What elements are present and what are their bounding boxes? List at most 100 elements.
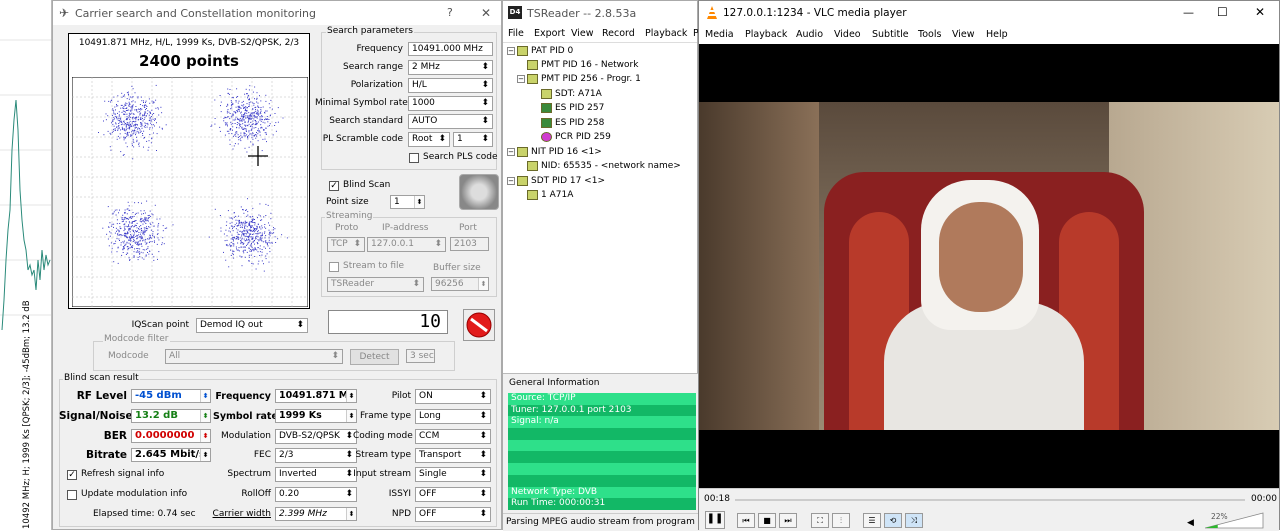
constellation-point <box>233 212 235 214</box>
spectrum-select[interactable]: Inverted <box>275 467 357 482</box>
tree-item[interactable]: PMT PID 16 - Network <box>527 59 638 71</box>
constellation-point <box>120 107 122 109</box>
blind-scan-checkbox[interactable]: ✓ <box>329 181 339 191</box>
loop-button[interactable]: ⟲ <box>884 513 902 528</box>
playlist-button[interactable]: ☰ <box>863 513 881 528</box>
modcode-select[interactable]: All <box>165 349 343 364</box>
menu-file[interactable]: File <box>508 28 524 39</box>
modulation-select[interactable]: DVB-S2/QPSK <box>275 429 357 444</box>
constellation-point <box>142 134 144 136</box>
extended-settings-button[interactable]: ⫶ <box>832 513 850 528</box>
pause-button[interactable]: ❚❚ <box>705 511 725 529</box>
carrier-width-link[interactable]: Carrier width <box>208 508 271 521</box>
tree-item[interactable]: − PMT PID 256 - Progr. 1 <box>517 73 641 85</box>
constellation-point <box>136 109 138 111</box>
stream-type-select[interactable]: Transport <box>415 448 491 463</box>
constellation-point <box>260 110 262 112</box>
close-button[interactable]: ✕ <box>481 6 491 20</box>
menu-export[interactable]: Export <box>534 28 565 39</box>
volume-slider[interactable] <box>1205 511 1265 529</box>
menu-playback[interactable]: Playback <box>645 28 687 39</box>
search-range-select[interactable]: 2 MHz <box>408 60 493 75</box>
next-button[interactable]: ⏭ <box>779 513 797 528</box>
previous-button[interactable]: ⏮ <box>737 513 755 528</box>
constellation-point <box>142 231 144 233</box>
point-size-input[interactable]: 1 ⬍ <box>390 195 425 209</box>
update-modulation-checkbox[interactable] <box>67 490 77 500</box>
vlc-menu-tools[interactable]: Tools <box>918 29 941 40</box>
vlc-close-button[interactable]: ✕ <box>1255 5 1265 19</box>
minimize-button[interactable]: — <box>1183 6 1194 19</box>
constellation-plot[interactable] <box>72 77 308 307</box>
input-stream-select[interactable]: Single <box>415 467 491 482</box>
constellation-point <box>245 106 247 108</box>
stop-play-button[interactable]: ■ <box>758 513 776 528</box>
vlc-menu-playback[interactable]: Playback <box>745 29 787 40</box>
menu-record[interactable]: Record <box>602 28 635 39</box>
issyi-select[interactable]: OFF <box>415 487 491 502</box>
tree-item[interactable]: − SDT PID 17 <1> <box>507 175 605 187</box>
constellation-point <box>115 113 116 115</box>
vlc-menu-video[interactable]: Video <box>834 29 861 40</box>
refresh-signal-checkbox[interactable]: ✓ <box>67 470 77 480</box>
stream-file-checkbox[interactable] <box>329 262 339 272</box>
video-area[interactable] <box>699 44 1279 488</box>
constellation-point <box>240 111 242 113</box>
vlc-menu-audio[interactable]: Audio <box>796 29 823 40</box>
port-input[interactable]: 2103 <box>450 237 489 251</box>
tree-item[interactable]: 1 A71A <box>527 189 573 201</box>
fullscreen-button[interactable]: ⛶ <box>811 513 829 528</box>
ip-select[interactable]: 127.0.0.1 <box>367 237 446 252</box>
seek-bar[interactable] <box>735 499 1245 501</box>
detect-sec-input[interactable]: 3 sec <box>406 349 435 363</box>
constellation-point <box>115 109 116 111</box>
vlc-menu-help[interactable]: Help <box>986 29 1008 40</box>
constellation-point <box>244 106 246 108</box>
constellation-point <box>220 111 222 113</box>
vlc-menu-view[interactable]: View <box>952 29 975 40</box>
coding-mode-select[interactable]: CCM <box>415 429 491 444</box>
help-button[interactable]: ? <box>447 6 453 19</box>
tree-item[interactable]: ES PID 258 <box>541 117 604 129</box>
tree-item[interactable]: − NIT PID 16 <1> <box>507 146 602 158</box>
constellation-point <box>254 115 256 117</box>
tree-item[interactable]: ES PID 257 <box>541 102 604 114</box>
constellation-point <box>243 242 245 244</box>
vlc-menu-media[interactable]: Media <box>705 29 734 40</box>
tree-item[interactable]: − PAT PID 0 <box>507 45 573 57</box>
polarization-select[interactable]: H/L <box>408 78 493 93</box>
constellation-point <box>233 257 235 259</box>
min-symbol-rate-select[interactable]: 1000 <box>408 96 493 111</box>
pilot-select[interactable]: ON <box>415 389 491 404</box>
file-type-select[interactable]: TSReader <box>327 277 424 292</box>
fec-select[interactable]: 2/3 <box>275 448 357 463</box>
frame-type-select[interactable]: Long <box>415 409 491 424</box>
pl-scramble-number[interactable]: 1 <box>453 132 493 147</box>
buffer-size-input[interactable]: 96256 ⬍ <box>431 277 489 291</box>
constellation-point <box>248 120 249 122</box>
menu-view[interactable]: View <box>571 28 594 39</box>
frequency-input[interactable]: 10491.000 MHz <box>408 42 493 56</box>
rolloff-select[interactable]: 0.20 <box>275 487 357 502</box>
satellite-dish-icon[interactable] <box>459 174 499 210</box>
constellation-point <box>141 245 143 247</box>
vlc-menu-subtitle[interactable]: Subtitle <box>872 29 909 40</box>
search-standard-select[interactable]: AUTO <box>408 114 493 129</box>
detect-button[interactable]: Detect <box>350 349 399 365</box>
iqscan-select[interactable]: Demod IQ out <box>196 318 308 333</box>
tree-item[interactable]: NID: 65535 - <network name> <box>527 160 681 172</box>
speaker-icon[interactable]: ◀ <box>1187 518 1194 528</box>
proto-select[interactable]: TCP <box>327 237 365 252</box>
shuffle-button[interactable]: ⤨ <box>905 513 923 528</box>
maximize-button[interactable]: ☐ <box>1217 5 1228 19</box>
npd-select[interactable]: OFF <box>415 507 491 522</box>
constellation-point <box>236 236 238 238</box>
constellation-point <box>252 143 254 145</box>
tree-item[interactable]: PCR PID 259 <box>541 131 611 143</box>
pl-scramble-select[interactable]: Root <box>408 132 450 147</box>
tree-item[interactable]: SDT: A71A <box>541 88 602 100</box>
stop-button[interactable] <box>463 309 495 341</box>
constellation-point <box>149 235 151 237</box>
search-pls-checkbox[interactable] <box>409 153 419 163</box>
constellation-point <box>134 129 135 131</box>
